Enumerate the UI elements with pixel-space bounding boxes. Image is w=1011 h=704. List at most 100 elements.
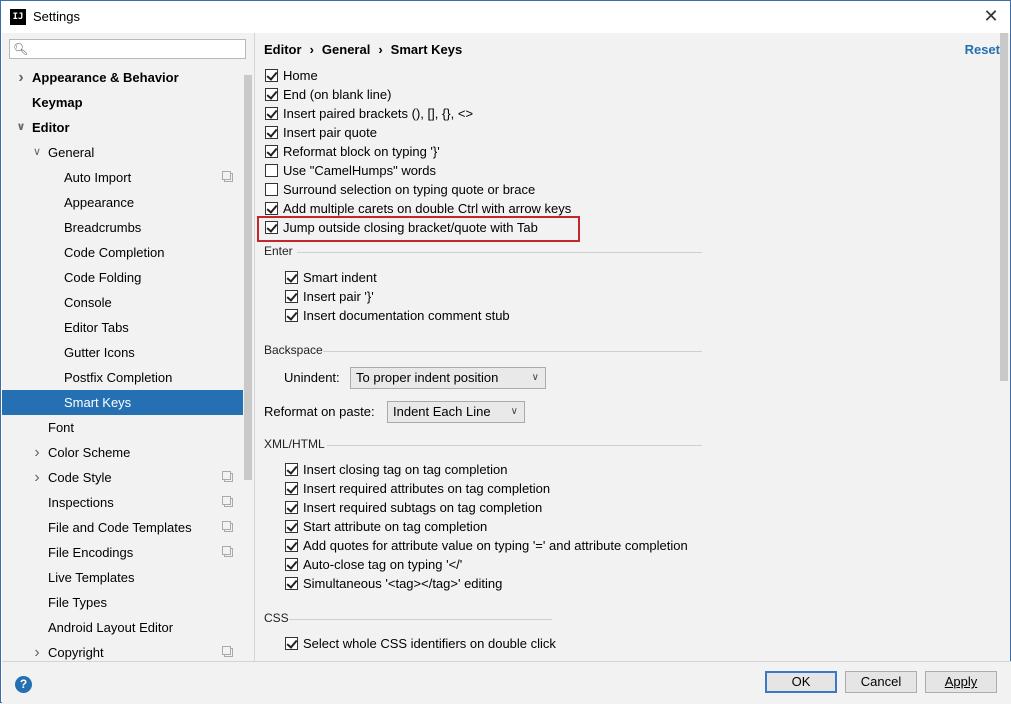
chevron-right-icon[interactable]: › [32, 640, 42, 661]
section-divider [323, 351, 702, 352]
option-label: Add quotes for attribute value on typing… [303, 538, 688, 553]
checkbox-checked[interactable] [285, 463, 298, 476]
sidebar-item-label: Postfix Completion [64, 370, 173, 385]
sidebar-item-label: Smart Keys [64, 395, 132, 410]
unindent-dropdown[interactable]: To proper indent position ∨ [350, 367, 546, 389]
project-scope-icon [222, 496, 233, 507]
sidebar-item-code-style[interactable]: › Code Style [2, 465, 243, 490]
ok-button[interactable]: OK [765, 671, 837, 693]
section-title-backspace: Backspace [264, 343, 323, 357]
checkbox-checked[interactable] [285, 577, 298, 590]
chevron-down-icon: ∨ [510, 406, 518, 417]
sidebar-item-label: Appearance [64, 195, 135, 210]
sidebar-item-label: Inspections [48, 495, 114, 510]
sidebar-item-android-layout-editor[interactable]: Android Layout Editor [2, 615, 243, 640]
checkbox-checked[interactable] [265, 126, 278, 139]
chevron-right-icon[interactable]: › [32, 465, 42, 490]
sidebar-item-postfix-completion[interactable]: Postfix Completion [2, 365, 243, 390]
sidebar-item-live-templates[interactable]: Live Templates [2, 565, 243, 590]
project-scope-icon [222, 546, 233, 557]
checkbox-checked[interactable] [285, 290, 298, 303]
breadcrumb-general: General [321, 42, 371, 57]
sidebar-item-console[interactable]: Console [2, 290, 243, 315]
sidebar-item-appearance-behavior[interactable]: › Appearance & Behavior [2, 65, 243, 90]
help-icon[interactable]: ? [15, 676, 32, 693]
cancel-button[interactable]: Cancel [845, 671, 917, 693]
sidebar-item-code-folding[interactable]: Code Folding [2, 265, 243, 290]
option-label: End (on blank line) [283, 87, 392, 102]
sidebar-item-code-completion[interactable]: Code Completion [2, 240, 243, 265]
sidebar-item-general[interactable]: ∨ General [2, 140, 243, 165]
sidebar-item-auto-import[interactable]: Auto Import [2, 165, 243, 190]
project-scope-icon [222, 171, 233, 182]
option-label: Insert documentation comment stub [303, 308, 510, 323]
close-icon[interactable]: ✕ [982, 7, 1000, 25]
sidebar-item-appearance[interactable]: Appearance [2, 190, 243, 215]
checkbox-checked[interactable] [285, 520, 298, 533]
checkbox-checked[interactable] [265, 88, 278, 101]
sidebar-item-file-types[interactable]: File Types [2, 590, 243, 615]
chevron-down-icon[interactable]: ∨ [16, 115, 26, 140]
sidebar-item-label: Copyright [48, 645, 104, 660]
sidebar-item-file-encodings[interactable]: File Encodings [2, 540, 243, 565]
content-scrollbar[interactable] [1000, 33, 1008, 381]
sidebar-item-gutter-icons[interactable]: Gutter Icons [2, 340, 243, 365]
sidebar-item-label: File and Code Templates [48, 520, 192, 535]
checkbox-checked[interactable] [285, 309, 298, 322]
checkbox-checked[interactable] [265, 69, 278, 82]
reformat-paste-dropdown[interactable]: Indent Each Line ∨ [387, 401, 525, 423]
sidebar-item-label: File Encodings [48, 545, 134, 560]
sidebar-item-label: Console [64, 295, 112, 310]
sidebar-item-font[interactable]: Font [2, 415, 243, 440]
apply-button[interactable]: Apply [925, 671, 997, 693]
checkbox-checked[interactable] [285, 539, 298, 552]
chevron-down-icon[interactable]: ∨ [32, 140, 42, 165]
reformat-paste-dropdown-value: Indent Each Line [393, 404, 491, 419]
sidebar-item-label: Editor [32, 120, 70, 135]
checkbox-checked[interactable] [265, 221, 278, 234]
checkbox-unchecked[interactable] [265, 183, 278, 196]
sidebar-scrollbar[interactable] [244, 75, 252, 480]
checkbox-checked[interactable] [285, 637, 298, 650]
sidebar-item-label: Live Templates [48, 570, 135, 585]
checkbox-checked[interactable] [265, 107, 278, 120]
option-label: Insert pair quote [283, 125, 377, 140]
option-label: Simultaneous '<tag></tag>' editing [303, 576, 503, 591]
sidebar-item-keymap[interactable]: Keymap [2, 90, 243, 115]
sidebar-item-label: Auto Import [64, 170, 132, 185]
settings-tree: › Appearance & Behavior Keymap ∨ Editor ∨ Gene… [2, 65, 243, 661]
sidebar-item-file-and-code-templates[interactable]: File and Code Templates [2, 515, 243, 540]
sidebar-item-editor[interactable]: ∨ Editor [2, 115, 243, 140]
breadcrumb: Editor › General › Smart Keys [264, 42, 462, 57]
sidebar-item-breadcrumbs[interactable]: Breadcrumbs [2, 215, 243, 240]
sidebar-item-smart-keys[interactable]: Smart Keys [2, 390, 243, 415]
chevron-right-icon[interactable]: › [16, 65, 26, 90]
checkbox-checked[interactable] [285, 271, 298, 284]
checkbox-unchecked[interactable] [265, 164, 278, 177]
checkbox-checked[interactable] [285, 558, 298, 571]
project-scope-icon [222, 521, 233, 532]
checkbox-checked[interactable] [265, 202, 278, 215]
checkbox-checked[interactable] [265, 145, 278, 158]
option-label: Insert closing tag on tag completion [303, 462, 508, 477]
sidebar-item-label: Android Layout Editor [48, 620, 174, 635]
checkbox-checked[interactable] [285, 482, 298, 495]
sidebar-item-label: Appearance & Behavior [32, 70, 179, 85]
sidebar-item-inspections[interactable]: Inspections [2, 490, 243, 515]
window-title: Settings [33, 9, 80, 24]
option-label: Insert required attributes on tag comple… [303, 481, 551, 496]
checkbox-checked[interactable] [285, 501, 298, 514]
option-label: Select whole CSS identifiers on double c… [303, 636, 556, 651]
sidebar-item-color-scheme[interactable]: › Color Scheme [2, 440, 243, 465]
smart-keys-panel: Editor › General › Smart Keys Reset Enter Ba… [255, 33, 1010, 661]
reset-link[interactable]: Reset [965, 42, 1000, 57]
sidebar-item-label: Gutter Icons [64, 345, 135, 360]
sidebar-item-label: Breadcrumbs [64, 220, 142, 235]
section-title-css: CSS [264, 611, 289, 625]
option-label: Home [283, 68, 318, 83]
chevron-right-icon[interactable]: › [32, 440, 42, 465]
sidebar-item-copyright[interactable]: › Copyright [2, 640, 243, 661]
search-input[interactable] [32, 41, 241, 59]
search-box[interactable]: 🔍︎ [9, 39, 246, 59]
sidebar-item-editor-tabs[interactable]: Editor Tabs [2, 315, 243, 340]
